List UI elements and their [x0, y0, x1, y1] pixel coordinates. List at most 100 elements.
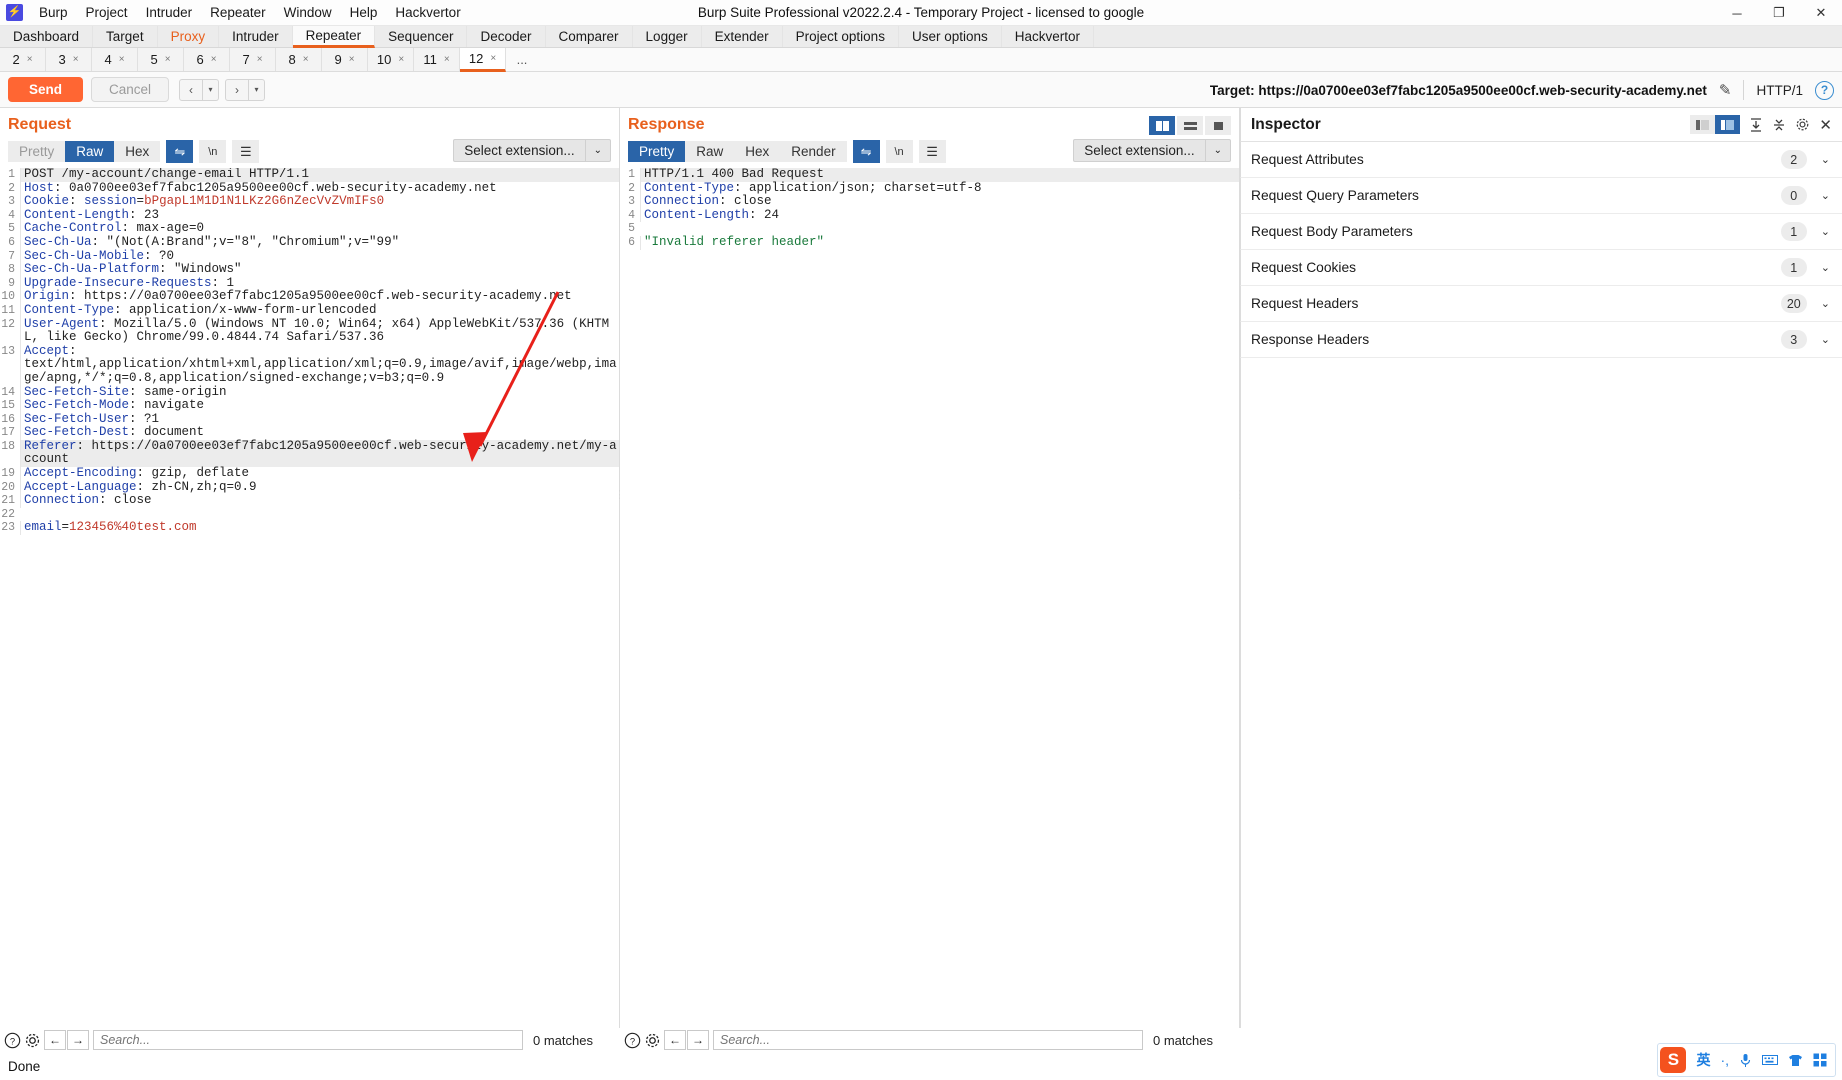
split-vertical-icon[interactable] [1149, 116, 1175, 135]
cancel-button[interactable]: Cancel [91, 77, 170, 102]
tab-decoder[interactable]: Decoder [467, 26, 546, 47]
request-gear-icon[interactable] [24, 1032, 41, 1049]
request-menu-icon[interactable]: ☰ [232, 140, 260, 163]
response-help-icon[interactable]: ? [624, 1032, 641, 1049]
collapse-all-icon[interactable] [1772, 118, 1786, 132]
menu-item-intruder[interactable]: Intruder [137, 2, 202, 23]
code-line-content[interactable]: Sec-Ch-Ua-Platform: "Windows" [20, 262, 619, 277]
tab-comparer[interactable]: Comparer [546, 26, 633, 47]
maximize-button[interactable]: ❐ [1758, 0, 1800, 26]
minimize-button[interactable]: ─ [1716, 0, 1758, 26]
code-line-content[interactable]: Content-Length: 24 [640, 208, 1239, 223]
close-icon[interactable]: × [73, 54, 79, 65]
menu-item-window[interactable]: Window [275, 2, 341, 23]
forward-dropdown-icon[interactable]: ▾ [249, 78, 266, 101]
menu-item-help[interactable]: Help [341, 2, 387, 23]
close-icon[interactable]: ✕ [1819, 116, 1832, 134]
code-line-content[interactable]: Sec-Fetch-User: ?1 [20, 412, 619, 427]
close-icon[interactable]: × [398, 54, 404, 65]
request-view-raw[interactable]: Raw [65, 141, 115, 162]
code-line-content[interactable]: "Invalid referer header" [640, 235, 1239, 250]
repeater-tab-4[interactable]: 4 × [92, 48, 138, 71]
close-icon[interactable]: × [27, 54, 33, 65]
code-line-content[interactable]: Accept-Language: zh-CN,zh;q=0.9 [20, 480, 619, 495]
close-icon[interactable]: × [303, 54, 309, 65]
tab-intruder[interactable]: Intruder [219, 26, 293, 47]
chevron-down-icon[interactable]: ⌄ [1821, 297, 1830, 310]
microphone-icon[interactable] [1739, 1053, 1752, 1068]
inspector-row-request-cookies[interactable]: Request Cookies 1 ⌄ [1240, 250, 1842, 286]
toolbox-icon[interactable] [1813, 1053, 1827, 1067]
close-icon[interactable]: × [490, 53, 496, 64]
inspector-row-request-headers[interactable]: Request Headers 20 ⌄ [1240, 286, 1842, 322]
back-button[interactable]: ‹ [179, 78, 204, 101]
code-line-content[interactable]: Cache-Control: max-age=0 [20, 222, 619, 236]
response-wrap-lines-icon[interactable]: ⇋ [852, 140, 880, 163]
help-icon[interactable]: ? [1815, 80, 1834, 100]
request-newline-icon[interactable]: \n [199, 140, 227, 163]
response-gear-icon[interactable] [644, 1032, 661, 1049]
tab-dashboard[interactable]: Dashboard [0, 26, 94, 47]
chevron-down-icon[interactable]: ⌄ [1821, 225, 1830, 238]
code-line-content[interactable]: Connection: close [640, 194, 1239, 209]
inspector-row-request-query-parameters[interactable]: Request Query Parameters 0 ⌄ [1240, 178, 1842, 214]
tab-logger[interactable]: Logger [633, 26, 702, 47]
skin-icon[interactable] [1788, 1054, 1803, 1067]
repeater-tabs-overflow[interactable]: ... [506, 48, 538, 71]
gear-icon[interactable] [1795, 117, 1810, 132]
tab-hackvertor[interactable]: Hackvertor [1002, 26, 1095, 47]
response-newline-icon[interactable]: \n [885, 140, 913, 163]
menu-item-hackvertor[interactable]: Hackvertor [386, 2, 469, 23]
code-line-content[interactable]: Sec-Ch-Ua-Mobile: ?0 [20, 249, 619, 264]
code-line-content[interactable]: Content-Type: application/x-www-form-url… [20, 303, 619, 318]
close-button[interactable]: ✕ [1800, 0, 1842, 26]
send-button[interactable]: Send [8, 77, 84, 102]
menu-item-burp[interactable]: Burp [30, 2, 77, 23]
response-view-raw[interactable]: Raw [685, 141, 735, 162]
back-dropdown-icon[interactable]: ▾ [203, 78, 220, 101]
code-line-content[interactable]: email=123456%40test.com [20, 521, 619, 536]
chevron-down-icon[interactable]: ⌄ [1821, 333, 1830, 346]
request-view-pretty[interactable]: Pretty [8, 141, 66, 162]
code-line-content[interactable]: Cookie: session=bPgapL1M1D1N1LKz2G6nZecV… [20, 194, 619, 209]
panel-right-icon[interactable] [1715, 115, 1741, 134]
request-search-input[interactable] [93, 1030, 523, 1050]
request-editor[interactable]: 1 POST /my-account/change-email HTTP/1.1 2… [0, 168, 619, 1028]
close-icon[interactable]: × [211, 54, 217, 65]
sogou-logo-icon[interactable]: S [1660, 1047, 1687, 1073]
close-icon[interactable]: × [119, 54, 125, 65]
code-line-content[interactable]: Accept: text/html,application/xhtml+xml,… [20, 344, 619, 386]
pencil-icon[interactable]: ✎ [1719, 81, 1732, 99]
code-line-content[interactable]: Upgrade-Insecure-Requests: 1 [20, 276, 619, 291]
inspector-row-request-body-parameters[interactable]: Request Body Parameters 1 ⌄ [1240, 214, 1842, 250]
request-view-hex[interactable]: Hex [114, 141, 161, 162]
repeater-tab-7[interactable]: 7 × [230, 48, 276, 71]
code-line-content[interactable]: POST /my-account/change-email HTTP/1.1 [20, 168, 619, 182]
ime-language-icon[interactable]: 英 [1696, 1050, 1710, 1070]
repeater-tab-8[interactable]: 8 × [276, 48, 322, 71]
menu-item-project[interactable]: Project [77, 2, 137, 23]
tab-sequencer[interactable]: Sequencer [375, 26, 468, 47]
tab-target[interactable]: Target [93, 26, 158, 47]
close-icon[interactable]: × [444, 54, 450, 65]
chevron-down-icon[interactable]: ⌄ [1821, 153, 1830, 166]
inspector-row-request-attributes[interactable]: Request Attributes 2 ⌄ [1240, 142, 1842, 178]
repeater-tab-12[interactable]: 12 × [460, 48, 506, 72]
tab-proxy[interactable]: Proxy [158, 26, 220, 47]
response-select-extension[interactable]: Select extension... ⌄ [1073, 139, 1231, 162]
code-line-content[interactable]: Origin: https://0a0700ee03ef7fabc1205a95… [20, 290, 619, 304]
response-view-hex[interactable]: Hex [734, 141, 781, 162]
code-line-content[interactable]: Content-Length: 23 [20, 208, 619, 223]
response-view-pretty[interactable]: Pretty [628, 141, 686, 162]
repeater-tab-5[interactable]: 5 × [138, 48, 184, 71]
repeater-tab-11[interactable]: 11 × [414, 48, 460, 71]
repeater-tab-6[interactable]: 6 × [184, 48, 230, 71]
close-icon[interactable]: × [257, 54, 263, 65]
code-line-content[interactable]: Sec-Ch-Ua: "(Not(A:Brand";v="8", "Chromi… [20, 235, 619, 250]
response-menu-icon[interactable]: ☰ [918, 140, 946, 163]
expand-all-icon[interactable] [1749, 117, 1763, 132]
code-line-content[interactable]: HTTP/1.1 400 Bad Request [640, 168, 1239, 182]
tab-extender[interactable]: Extender [702, 26, 783, 47]
chevron-down-icon[interactable]: ⌄ [1821, 261, 1830, 274]
code-line-content[interactable]: User-Agent: Mozilla/5.0 (Windows NT 10.0… [20, 317, 619, 345]
